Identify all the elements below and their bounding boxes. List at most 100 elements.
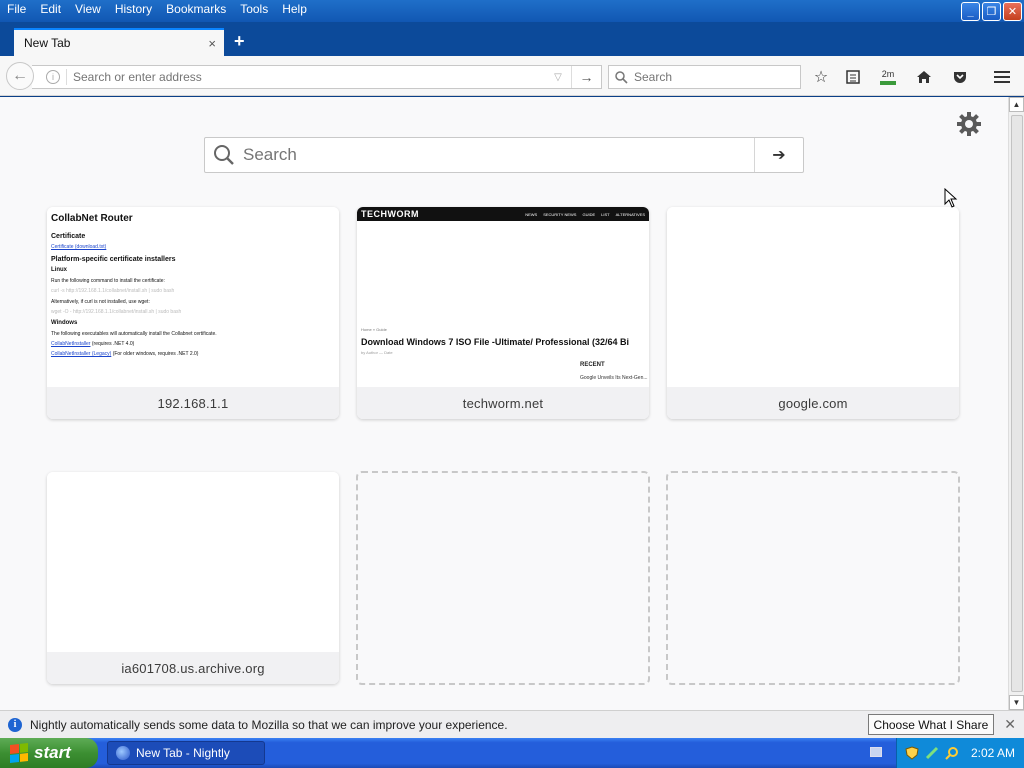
home-icon[interactable] [914, 67, 934, 87]
taskbar-window-button[interactable]: New Tab - Nightly [107, 741, 265, 765]
menu-file[interactable]: File [0, 0, 33, 18]
keyboard-icon[interactable] [870, 747, 882, 757]
tile-thumbnail: CollabNet Router Certificate Certificate… [47, 207, 339, 387]
info-circle-icon: i [8, 717, 22, 732]
nightly-icon [116, 746, 130, 760]
thumb-heading: Certificate [51, 233, 86, 240]
tile-label: ia601708.us.archive.org [47, 652, 339, 684]
clock: 2:02 AM [971, 746, 1016, 760]
bookmarks-menu-icon[interactable] [843, 67, 863, 87]
thumb-text: Alternatively, if curl is not installed,… [51, 299, 150, 305]
thumb-recent-item: Google Unveils Its Next-Gen... [580, 375, 648, 381]
menu-bookmarks[interactable]: Bookmarks [159, 0, 233, 18]
hamburger-menu-icon[interactable] [992, 67, 1012, 87]
page-search-box[interactable]: ➔ [204, 137, 804, 173]
start-button[interactable]: start [0, 738, 98, 768]
taskbar: start New Tab - Nightly 2:02 AM [0, 738, 1024, 768]
start-label: start [34, 743, 71, 762]
url-bar[interactable]: i ▽ → [32, 65, 602, 89]
system-tray: 2:02 AM [896, 738, 1024, 768]
thumb-subheading: Linux [51, 267, 67, 273]
tile-label: techworm.net [357, 387, 649, 419]
back-button[interactable]: ← [6, 62, 34, 90]
new-tab-button[interactable]: + [234, 31, 245, 52]
download-progress-bar [880, 80, 896, 85]
thumb-code: curl -s http://192.168.1.1/collabnet/ins… [51, 288, 175, 294]
close-tab-icon[interactable]: × [208, 36, 216, 51]
top-site-tile[interactable]: CollabNet Router Certificate Certificate… [47, 207, 339, 419]
choose-what-i-share-button[interactable]: Choose What I Share [867, 714, 995, 735]
tab-strip: New Tab × + [0, 22, 1024, 56]
taskbar-window-label: New Tab - Nightly [136, 746, 230, 760]
restore-button[interactable]: ❐ [982, 2, 1001, 21]
windows-flag-icon [10, 743, 28, 763]
menu-edit[interactable]: Edit [33, 0, 68, 18]
thumb-link: Certificate (download.txt) [51, 244, 107, 250]
thumb-code: wget -O - http://192.168.1.1/collabnet/i… [51, 309, 182, 315]
nav-toolbar: i ▽ → ← ☆ 2m [0, 56, 1024, 96]
tab-title: New Tab [24, 36, 71, 50]
tile-label: google.com [667, 387, 959, 419]
close-notification-icon[interactable]: ✕ [1004, 716, 1016, 733]
bookmark-star-icon[interactable]: ☆ [811, 67, 831, 87]
url-input[interactable] [67, 70, 545, 84]
new-tab-page: ➔ CollabNet Router Certificate Certifica… [0, 97, 1008, 710]
minimize-button[interactable]: _ [961, 2, 980, 21]
search-input[interactable] [634, 70, 800, 84]
window-controls: _ ❐ ✕ [961, 2, 1022, 21]
go-arrow-icon[interactable]: → [571, 66, 601, 88]
search-icon [615, 70, 628, 84]
thumb-link-row: CollabNetInstaller (requires .NET 4.0) [51, 341, 135, 347]
menu-bar: File Edit View History Bookmarks Tools H… [0, 0, 1024, 22]
empty-tile-slot [356, 471, 650, 685]
page-search-go-icon[interactable]: ➔ [754, 138, 803, 172]
thumb-logo: TECHWORM [361, 209, 419, 219]
thumb-title: CollabNet Router [51, 213, 133, 224]
menu-list: File Edit View History Bookmarks Tools H… [0, 0, 1024, 18]
search-bar[interactable] [608, 65, 801, 89]
security-shield-icon[interactable] [905, 746, 919, 760]
download-time-label: 2m [881, 68, 895, 79]
top-site-tile[interactable]: TECHWORM NEWS SECURITY NEWS GUIDE LIST A… [357, 207, 649, 419]
thumb-breadcrumb: Home » Guide [361, 327, 387, 332]
thumb-meta: by Author — Date [361, 350, 393, 355]
thumb-recent-heading: RECENT [580, 362, 605, 368]
top-site-tile[interactable]: google.com [667, 207, 959, 419]
thumb-header: TECHWORM NEWS SECURITY NEWS GUIDE LIST A… [357, 207, 649, 221]
scroll-thumb[interactable] [1011, 115, 1023, 692]
vertical-scrollbar[interactable]: ▲ ▼ [1008, 97, 1024, 710]
close-window-button[interactable]: ✕ [1003, 2, 1022, 21]
thumb-article-title: Download Windows 7 ISO File -Ultimate/ P… [361, 337, 629, 347]
thumb-nav: NEWS SECURITY NEWS GUIDE LIST ALTERNATIV… [525, 211, 645, 217]
thumb-link-row: CollabNetInstaller (Legacy) (For older w… [51, 351, 199, 357]
top-site-tile[interactable]: ia601708.us.archive.org [47, 472, 339, 684]
scroll-up-icon[interactable]: ▲ [1009, 97, 1024, 112]
network-icon[interactable] [925, 746, 939, 760]
search-tray-icon[interactable] [945, 746, 959, 760]
menu-history[interactable]: History [108, 0, 159, 18]
pocket-icon[interactable] [950, 67, 970, 87]
downloads-icon[interactable]: 2m [878, 67, 898, 87]
thumb-text: Run the following command to install the… [51, 278, 165, 284]
notification-message: Nightly automatically sends some data to… [30, 717, 508, 732]
tab-new-tab[interactable]: New Tab × [14, 28, 224, 56]
thumb-heading: Platform-specific certificate installers [51, 256, 176, 263]
tile-thumbnail [667, 207, 959, 387]
mouse-cursor-icon [944, 188, 958, 208]
empty-tile-slot [666, 471, 960, 685]
notification-bar: i Nightly automatically sends some data … [0, 710, 1024, 738]
url-dropdown-icon[interactable]: ▽ [545, 72, 571, 83]
tile-thumbnail: TECHWORM NEWS SECURITY NEWS GUIDE LIST A… [357, 207, 649, 387]
thumb-text: The following executables will automatic… [51, 331, 217, 337]
page-search-icon [213, 144, 235, 166]
menu-tools[interactable]: Tools [233, 0, 275, 18]
menu-help[interactable]: Help [275, 0, 314, 18]
page-search-input[interactable] [235, 145, 754, 165]
menu-view[interactable]: View [68, 0, 108, 18]
info-icon[interactable]: i [46, 70, 60, 84]
thumb-subheading: Windows [51, 320, 78, 326]
gear-icon[interactable] [956, 111, 982, 140]
back-arrow-icon: ← [12, 67, 28, 84]
scroll-down-icon[interactable]: ▼ [1009, 695, 1024, 710]
tile-thumbnail [47, 472, 339, 652]
